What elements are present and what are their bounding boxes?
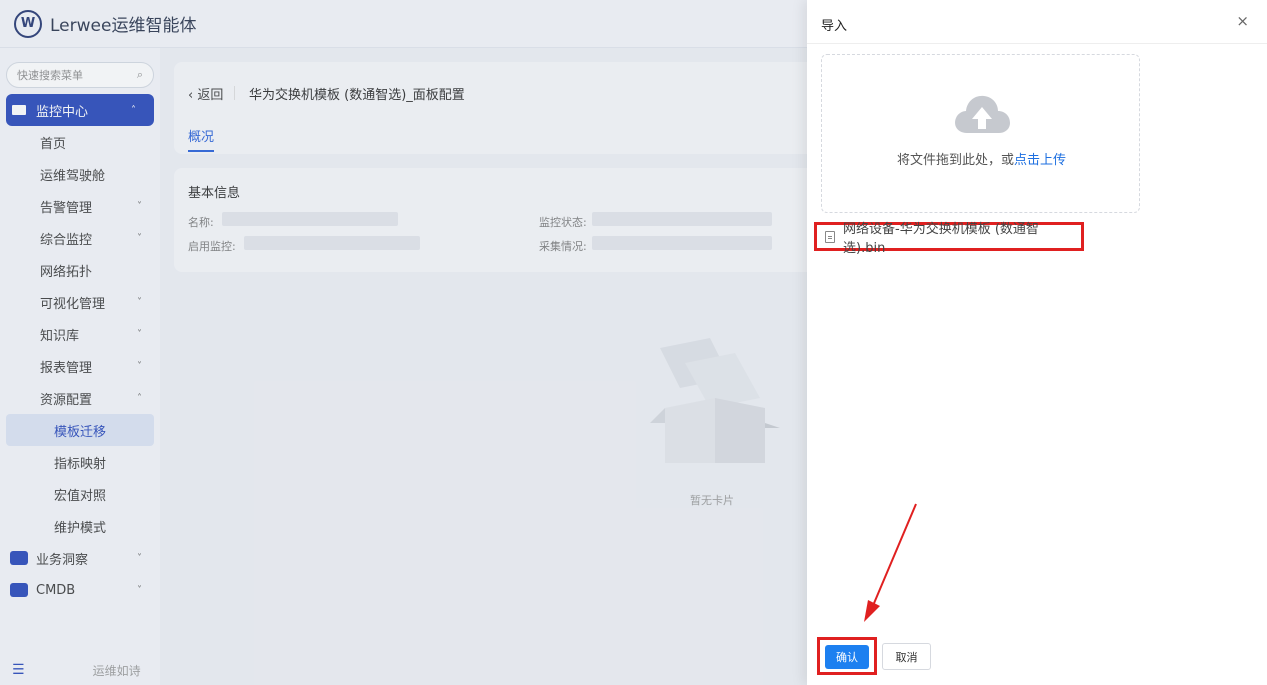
annotation-arrow-icon [864, 503, 917, 622]
file-icon [825, 230, 835, 243]
modal-mask[interactable] [0, 0, 807, 685]
upload-dropzone[interactable]: 将文件拖到此处，或点击上传 [821, 54, 1140, 213]
confirm-button[interactable]: 确认 [825, 645, 869, 669]
cloud-upload-icon [955, 95, 1010, 133]
click-upload-link[interactable]: 点击上传 [1014, 153, 1066, 168]
file-name: 网络设备-华为交换机模板 (数通智选).bin [843, 221, 1039, 256]
divider [807, 43, 1267, 44]
close-icon[interactable]: × [1236, 12, 1249, 30]
dropzone-text: 将文件拖到此处，或点击上传 [896, 153, 1067, 168]
uploaded-file-item[interactable]: 网络设备-华为交换机模板 (数通智选).bin [814, 222, 1084, 256]
cancel-button[interactable]: 取消 [882, 643, 931, 670]
confirm-highlight: 确认 [817, 637, 877, 675]
drawer-title: 导入 [821, 19, 848, 34]
